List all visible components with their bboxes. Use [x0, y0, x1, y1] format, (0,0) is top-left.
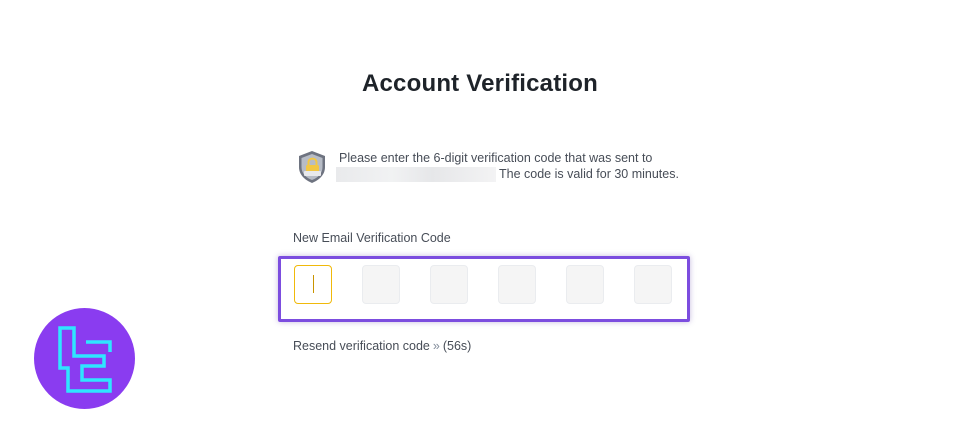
code-digit-input-4[interactable]: [498, 265, 536, 304]
redacted-email: [336, 167, 496, 182]
resend-countdown: (56s): [442, 339, 472, 353]
shield-lock-icon: [299, 151, 325, 183]
code-digit-input-3[interactable]: [430, 265, 468, 304]
resend-code-link[interactable]: Resend verification code» (56s): [293, 339, 471, 353]
code-field-label: New Email Verification Code: [293, 231, 451, 245]
chevron-right-icon: »: [432, 339, 440, 353]
notice-text: Please enter the 6-digit verification co…: [339, 151, 653, 165]
text-caret: [313, 275, 314, 293]
tc-logo-icon: [34, 308, 135, 409]
code-digit-input-6[interactable]: [634, 265, 672, 304]
verification-notice: Please enter the 6-digit verification co…: [296, 150, 716, 190]
code-validity-text: The code is valid for 30 minutes.: [499, 167, 679, 181]
code-digit-input-2[interactable]: [362, 265, 400, 304]
resend-label: Resend verification code: [293, 339, 430, 353]
code-digit-input-5[interactable]: [566, 265, 604, 304]
highlight-frame: [278, 256, 690, 322]
page-title: Account Verification: [361, 70, 599, 97]
